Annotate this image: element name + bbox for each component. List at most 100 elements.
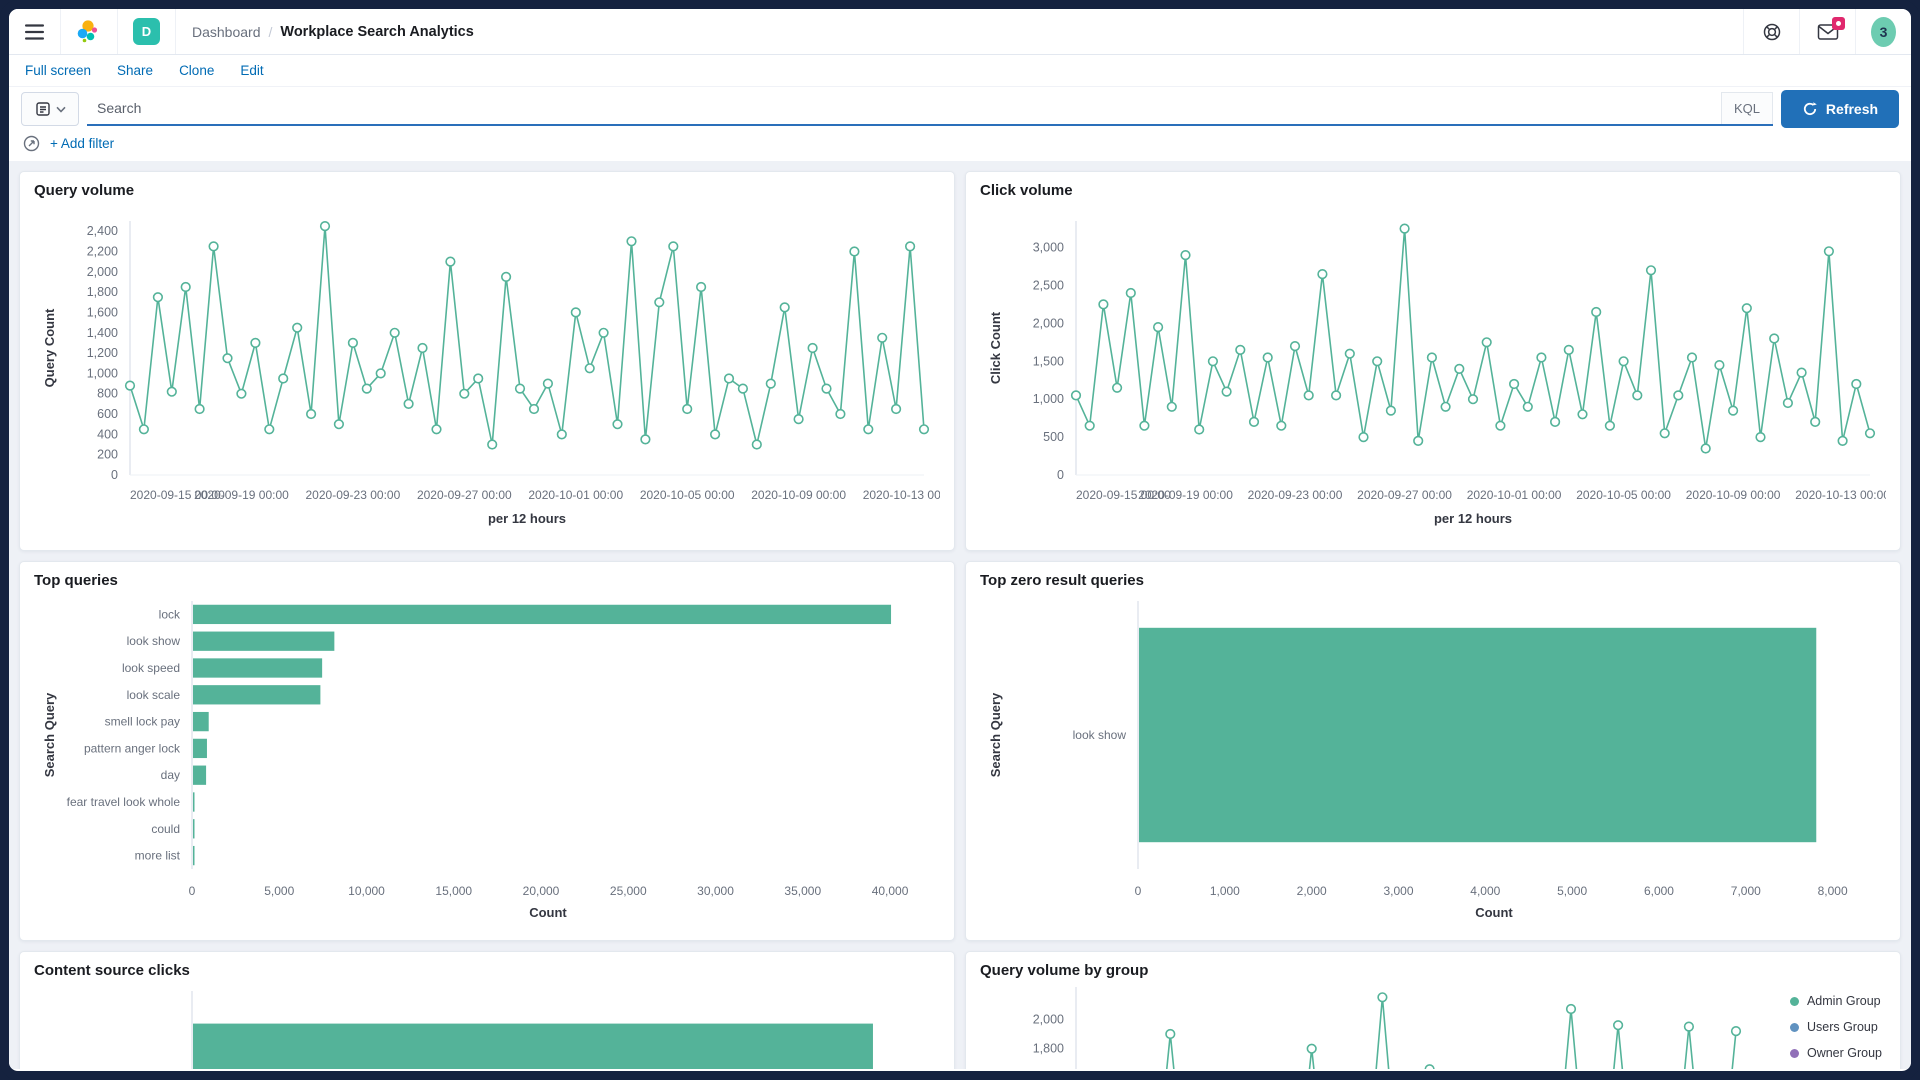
svg-text:5,000: 5,000: [264, 884, 294, 898]
svg-text:0: 0: [189, 884, 196, 898]
panel-title: Query volume by group: [980, 962, 1886, 979]
svg-text:2020-10-13 00:00: 2020-10-13 00:00: [1795, 488, 1886, 502]
breadcrumb-separator: /: [269, 24, 273, 40]
legend-label: Users Group: [1807, 1020, 1878, 1034]
svg-text:3,000: 3,000: [1383, 884, 1413, 898]
query-volume-by-group-chart: 1,6001,8002,000: [980, 981, 1886, 1069]
svg-text:1,800: 1,800: [87, 285, 118, 299]
share-button[interactable]: Share: [117, 63, 153, 78]
svg-text:2020-10-05 00:00: 2020-10-05 00:00: [1576, 488, 1671, 502]
breadcrumb: Dashboard / Workplace Search Analytics: [176, 9, 1743, 54]
help-icon: [1762, 22, 1782, 42]
notification-badge: [1832, 17, 1845, 30]
svg-text:30,000: 30,000: [697, 884, 734, 898]
legend-item[interactable]: Users Group: [1790, 1020, 1882, 1034]
legend-item[interactable]: Admin Group: [1790, 994, 1882, 1008]
panel-title: Top zero result queries: [980, 572, 1886, 589]
svg-text:8,000: 8,000: [1818, 884, 1848, 898]
top-zero-result-queries-chart: look show01,0002,0003,0004,0005,0006,000…: [980, 591, 1886, 927]
svg-text:could: could: [151, 822, 180, 836]
breadcrumb-dashboard[interactable]: Dashboard: [192, 24, 261, 40]
svg-text:15,000: 15,000: [435, 884, 472, 898]
panel-title: Content source clicks: [34, 962, 940, 979]
clone-button[interactable]: Clone: [179, 63, 214, 78]
panel-title: Top queries: [34, 572, 940, 589]
page-title: Workplace Search Analytics: [280, 24, 473, 40]
svg-text:Search Query: Search Query: [988, 692, 1003, 777]
user-avatar[interactable]: 3: [1855, 9, 1911, 54]
svg-text:35,000: 35,000: [784, 884, 821, 898]
svg-text:10,000: 10,000: [348, 884, 385, 898]
svg-text:1,000: 1,000: [1033, 392, 1064, 406]
svg-text:7,000: 7,000: [1731, 884, 1761, 898]
svg-text:per 12 hours: per 12 hours: [488, 511, 566, 526]
svg-text:look scale: look scale: [127, 688, 181, 702]
saved-query-icon: [35, 101, 51, 117]
panel-top-queries: Top queries locklook showlook speedlook …: [19, 561, 955, 941]
legend-dot-icon: [1790, 1049, 1799, 1058]
svg-text:look show: look show: [1073, 728, 1127, 742]
svg-text:0: 0: [1135, 884, 1142, 898]
query-bar: KQL Refresh: [9, 87, 1911, 131]
svg-text:Count: Count: [1475, 905, 1513, 920]
filter-bar: + Add filter: [9, 131, 1911, 161]
svg-text:0: 0: [1057, 468, 1064, 482]
svg-text:600: 600: [97, 407, 118, 421]
app-window: D Dashboard / Workplace Search Analytics: [0, 0, 1920, 1080]
legend-label: Admin Group: [1807, 994, 1881, 1008]
chevron-down-icon: [56, 106, 66, 113]
legend-label: Owner Group: [1807, 1046, 1882, 1060]
svg-text:2,400: 2,400: [87, 224, 118, 238]
search-input[interactable]: [87, 92, 1721, 124]
svg-text:lock: lock: [159, 607, 181, 621]
full-screen-button[interactable]: Full screen: [25, 63, 91, 78]
panel-title: Query volume: [34, 182, 940, 199]
saved-query-menu-button[interactable]: [21, 92, 79, 126]
legend-dot-icon: [1790, 997, 1799, 1006]
query-language-button[interactable]: KQL: [1721, 92, 1773, 124]
svg-text:2020-09-19 00:00: 2020-09-19 00:00: [1138, 488, 1233, 502]
svg-text:20,000: 20,000: [523, 884, 560, 898]
svg-text:2,500: 2,500: [1033, 278, 1064, 292]
svg-text:2020-09-27 00:00: 2020-09-27 00:00: [417, 488, 512, 502]
svg-text:2020-10-05 00:00: 2020-10-05 00:00: [640, 488, 735, 502]
menu-button[interactable]: [9, 9, 61, 54]
svg-text:200: 200: [97, 448, 118, 462]
filter-options-icon[interactable]: [23, 135, 40, 152]
svg-text:Search Query: Search Query: [42, 692, 57, 777]
svg-text:1,600: 1,600: [87, 305, 118, 319]
svg-text:2,000: 2,000: [1297, 884, 1327, 898]
svg-text:pattern anger lock: pattern anger lock: [84, 741, 181, 755]
svg-text:fear travel look whole: fear travel look whole: [67, 795, 181, 809]
legend-dot-icon: [1790, 1023, 1799, 1032]
dashboard-grid: Query volume 02004006008001,0001,2001,40…: [9, 161, 1911, 1069]
hamburger-icon: [24, 23, 45, 41]
top-navigation-bar: D Dashboard / Workplace Search Analytics: [9, 9, 1911, 55]
click-volume-chart: 05001,0001,5002,0002,5003,0002020-09-15 …: [980, 201, 1886, 537]
refresh-button[interactable]: Refresh: [1781, 90, 1899, 128]
svg-text:look show: look show: [127, 634, 181, 648]
notifications-button[interactable]: [1799, 9, 1855, 54]
svg-text:25,000: 25,000: [610, 884, 647, 898]
svg-text:1,400: 1,400: [87, 326, 118, 340]
space-badge[interactable]: D: [118, 9, 176, 54]
panel-query-volume: Query volume 02004006008001,0001,2001,40…: [19, 171, 955, 551]
svg-text:more list: more list: [135, 849, 181, 863]
svg-text:2020-10-09 00:00: 2020-10-09 00:00: [1686, 488, 1781, 502]
add-filter-button[interactable]: + Add filter: [50, 136, 114, 151]
top-queries-chart: locklook showlook speedlook scalesmell l…: [34, 591, 940, 927]
svg-text:Click Count: Click Count: [988, 311, 1003, 384]
edit-button[interactable]: Edit: [240, 63, 263, 78]
svg-text:2,000: 2,000: [1033, 316, 1064, 330]
svg-text:per 12 hours: per 12 hours: [1434, 511, 1512, 526]
help-button[interactable]: [1743, 9, 1799, 54]
svg-text:6,000: 6,000: [1644, 884, 1674, 898]
refresh-label: Refresh: [1826, 101, 1878, 117]
elastic-logo[interactable]: [61, 9, 118, 54]
panel-content-source-clicks: Content source clicks Content A: [19, 951, 955, 1069]
legend-item[interactable]: Owner Group: [1790, 1046, 1882, 1060]
svg-text:2020-09-19 00:00: 2020-09-19 00:00: [194, 488, 289, 502]
svg-text:Query Count: Query Count: [42, 308, 57, 387]
svg-text:2,000: 2,000: [87, 265, 118, 279]
svg-text:1,500: 1,500: [1033, 354, 1064, 368]
